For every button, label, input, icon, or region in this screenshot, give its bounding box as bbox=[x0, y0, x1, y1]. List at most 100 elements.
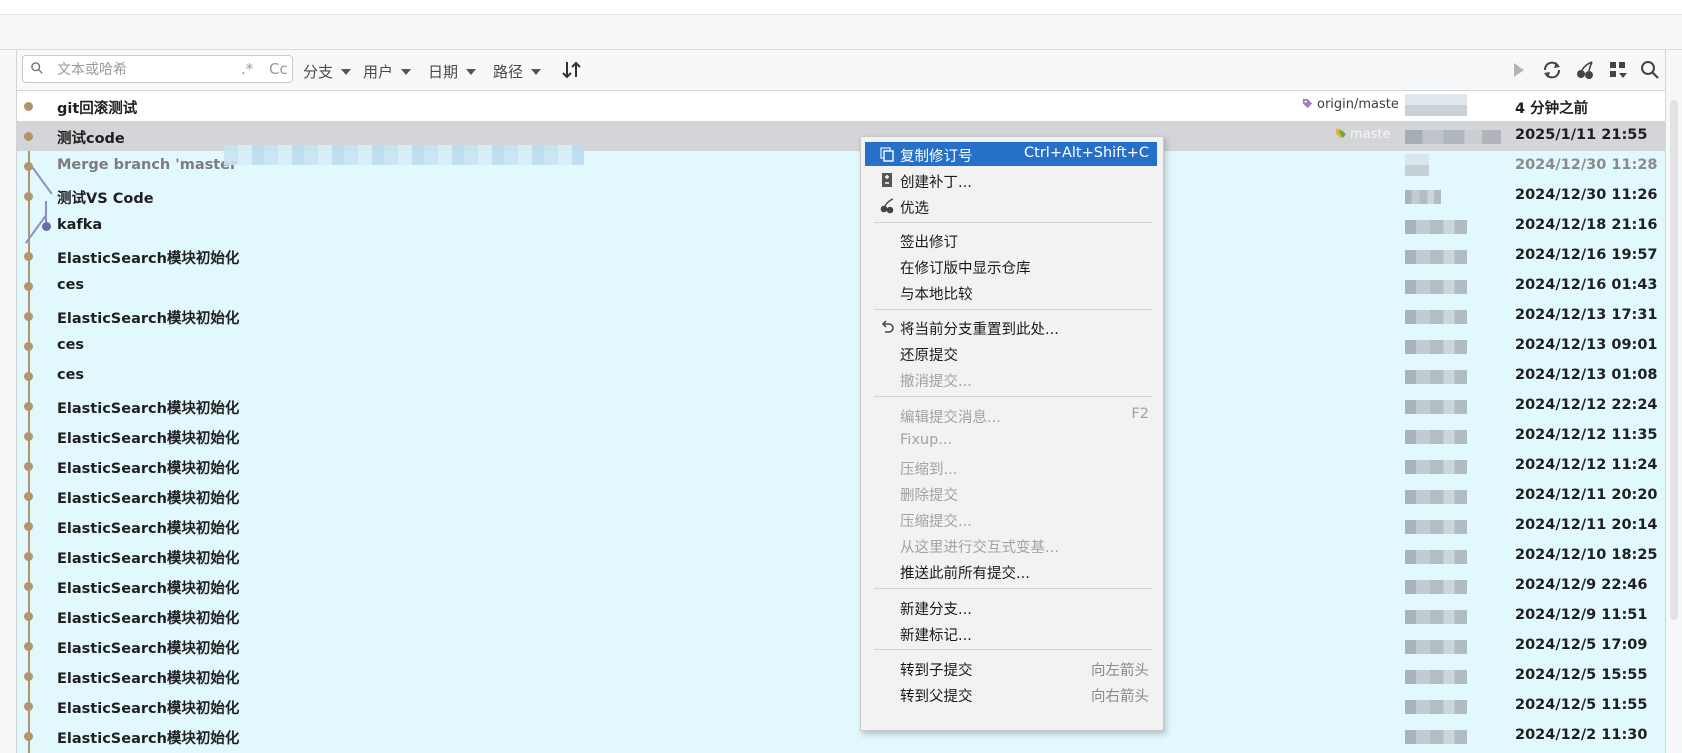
user-filter[interactable]: 用户 bbox=[363, 61, 412, 82]
commit-message: ElasticSearch模块初始化 bbox=[57, 641, 240, 657]
sort-icon[interactable] bbox=[561, 59, 583, 81]
commit-date: 2024/12/16 19:57 bbox=[1515, 247, 1658, 263]
commit-row[interactable]: ElasticSearch模块初始化 2024/12/5 17:09 bbox=[17, 631, 1665, 661]
commit-message: ElasticSearch模块初始化 bbox=[57, 551, 240, 567]
author-avatar bbox=[1405, 550, 1467, 564]
commit-message: ElasticSearch模块初始化 bbox=[57, 521, 240, 537]
commit-date: 2024/12/12 11:35 bbox=[1515, 427, 1658, 443]
commit-node bbox=[24, 732, 33, 741]
menu-item-label: 在修订版中显示仓库 bbox=[900, 261, 1031, 277]
commit-node bbox=[24, 282, 33, 291]
author-avatar bbox=[1405, 370, 1467, 384]
date-filter[interactable]: 日期 bbox=[428, 61, 477, 82]
commit-date: 2024/12/5 17:09 bbox=[1515, 637, 1648, 653]
commit-message: git回滚测试 bbox=[57, 101, 138, 117]
commit-message: ElasticSearch模块初始化 bbox=[57, 671, 240, 687]
commit-row[interactable]: 测试VS Code 2024/12/30 11:26 bbox=[17, 181, 1665, 211]
menu-item-show-repo[interactable]: 在修订版中显示仓库 bbox=[865, 254, 1157, 278]
menu-item-go-parent[interactable]: 转到父提交 向右箭头 bbox=[865, 682, 1157, 706]
author-avatar bbox=[1405, 190, 1441, 204]
commit-message: ElasticSearch模块初始化 bbox=[57, 401, 240, 417]
commit-date: 2024/12/13 17:31 bbox=[1515, 307, 1658, 323]
match-case-toggle[interactable]: Cc bbox=[269, 60, 288, 78]
menu-item-go-child[interactable]: 转到子提交 向左箭头 bbox=[865, 656, 1157, 680]
commit-row[interactable]: ElasticSearch模块初始化 2024/12/11 20:14 bbox=[17, 511, 1665, 541]
menu-item-create-patch[interactable]: 创建补丁... bbox=[865, 168, 1157, 192]
menu-item-copy-revision[interactable]: 复制修订号 Ctrl+Alt+Shift+C bbox=[865, 142, 1157, 166]
branch-filter[interactable]: 分支 bbox=[303, 61, 352, 82]
menu-item-label: 还原提交 bbox=[900, 348, 958, 364]
branch-filter-label: 分支 bbox=[303, 63, 334, 81]
commit-date: 4 分钟之前 bbox=[1515, 101, 1589, 117]
commit-message: ElasticSearch模块初始化 bbox=[57, 491, 240, 507]
chevron-down-icon bbox=[531, 69, 542, 75]
user-filter-label: 用户 bbox=[363, 63, 394, 81]
menu-item-label: 将当前分支重置到此处... bbox=[900, 322, 1059, 338]
commit-row[interactable]: ElasticSearch模块初始化 2024/12/12 11:35 bbox=[17, 421, 1665, 451]
author-avatar bbox=[1405, 310, 1467, 324]
commit-row[interactable]: ElasticSearch模块初始化 2024/12/12 22:24 bbox=[17, 391, 1665, 421]
scrollbar-thumb[interactable] bbox=[1670, 100, 1678, 620]
commit-date: 2024/12/12 22:24 bbox=[1515, 397, 1658, 413]
author-avatar bbox=[1405, 670, 1467, 684]
commit-row[interactable]: ElasticSearch模块初始化 2024/12/10 18:25 bbox=[17, 541, 1665, 571]
commit-node bbox=[24, 642, 33, 651]
commit-node bbox=[24, 252, 33, 261]
commit-row[interactable]: ces 2024/12/16 01:43 bbox=[17, 271, 1665, 301]
commit-row[interactable]: ces 2024/12/13 09:01 bbox=[17, 331, 1665, 361]
search-input[interactable] bbox=[55, 59, 239, 81]
commit-message: ElasticSearch模块初始化 bbox=[57, 731, 240, 747]
author-avatar bbox=[1405, 94, 1467, 116]
author-avatar bbox=[1405, 700, 1467, 714]
menu-item-push-all-before[interactable]: 推送此前所有提交... bbox=[865, 559, 1157, 583]
commit-row[interactable]: ElasticSearch模块初始化 2024/12/5 11:55 bbox=[17, 691, 1665, 721]
search-icon bbox=[31, 62, 43, 74]
commit-row[interactable]: git回滚测试 origin/maste 4 分钟之前 bbox=[17, 91, 1665, 121]
menu-item-new-tag[interactable]: 新建标记... bbox=[865, 621, 1157, 645]
commit-row[interactable]: ces 2024/12/13 01:08 bbox=[17, 361, 1665, 391]
menu-item-new-branch[interactable]: 新建分支... bbox=[865, 595, 1157, 619]
commit-node bbox=[24, 582, 33, 591]
commit-row[interactable]: kafka 2024/12/18 21:16 bbox=[17, 211, 1665, 241]
commit-row[interactable]: ElasticSearch模块初始化 2024/12/13 17:31 bbox=[17, 301, 1665, 331]
commit-node bbox=[24, 342, 33, 351]
commit-node bbox=[24, 102, 33, 111]
regex-toggle[interactable]: .* bbox=[241, 60, 253, 78]
menu-item-label: 与本地比较 bbox=[900, 287, 973, 303]
commit-row[interactable]: ElasticSearch模块初始化 2024/12/12 11:24 bbox=[17, 451, 1665, 481]
commit-date: 2024/12/30 11:28 bbox=[1515, 157, 1658, 173]
commit-row[interactable]: ElasticSearch模块初始化 2024/12/9 11:51 bbox=[17, 601, 1665, 631]
cherry-pick-icon[interactable] bbox=[1574, 59, 1596, 81]
commit-date: 2024/12/9 22:46 bbox=[1515, 577, 1648, 593]
menu-item-label: 删除提交 bbox=[900, 488, 958, 504]
path-filter[interactable]: 路径 bbox=[493, 61, 542, 82]
date-filter-label: 日期 bbox=[428, 63, 459, 81]
commit-row[interactable]: ElasticSearch模块初始化 2024/12/11 20:20 bbox=[17, 481, 1665, 511]
search-icon[interactable] bbox=[1639, 59, 1661, 81]
menu-item-label: Fixup... bbox=[900, 432, 953, 448]
menu-item-label: 撤消提交... bbox=[900, 374, 972, 390]
commit-date: 2024/12/5 11:55 bbox=[1515, 697, 1648, 713]
tab-strip bbox=[0, 15, 1682, 50]
menu-item-reset-branch[interactable]: 将当前分支重置到此处... bbox=[865, 315, 1157, 339]
commit-row[interactable]: ElasticSearch模块初始化 2024/12/16 19:57 bbox=[17, 241, 1665, 271]
commit-node bbox=[24, 492, 33, 501]
refresh-icon[interactable] bbox=[1541, 59, 1563, 81]
commit-row[interactable]: ElasticSearch模块初始化 2024/12/5 15:55 bbox=[17, 661, 1665, 691]
menu-item-drop-commit: 删除提交 bbox=[865, 481, 1157, 505]
commit-date: 2024/12/13 01:08 bbox=[1515, 367, 1658, 383]
undo-icon bbox=[881, 320, 894, 333]
search-box[interactable]: .* Cc bbox=[22, 55, 293, 83]
commit-date: 2025/1/11 21:55 bbox=[1515, 127, 1648, 143]
menu-item-label: 签出修订 bbox=[900, 235, 958, 251]
menu-item-revert-commit[interactable]: 还原提交 bbox=[865, 341, 1157, 365]
menu-item-cherry-pick[interactable]: 优选 bbox=[865, 194, 1157, 218]
grid-options-icon[interactable] bbox=[1607, 59, 1629, 81]
commit-row[interactable]: ElasticSearch模块初始化 2024/12/9 22:46 bbox=[17, 571, 1665, 601]
menu-item-compare-local[interactable]: 与本地比较 bbox=[865, 280, 1157, 304]
menu-item-checkout-revision[interactable]: 签出修订 bbox=[865, 228, 1157, 252]
menu-item-label: 优选 bbox=[900, 201, 929, 217]
play-icon[interactable] bbox=[1507, 59, 1529, 81]
commit-row[interactable]: ElasticSearch模块初始化 2024/12/2 11:30 bbox=[17, 721, 1665, 751]
author-avatar bbox=[1405, 400, 1467, 414]
